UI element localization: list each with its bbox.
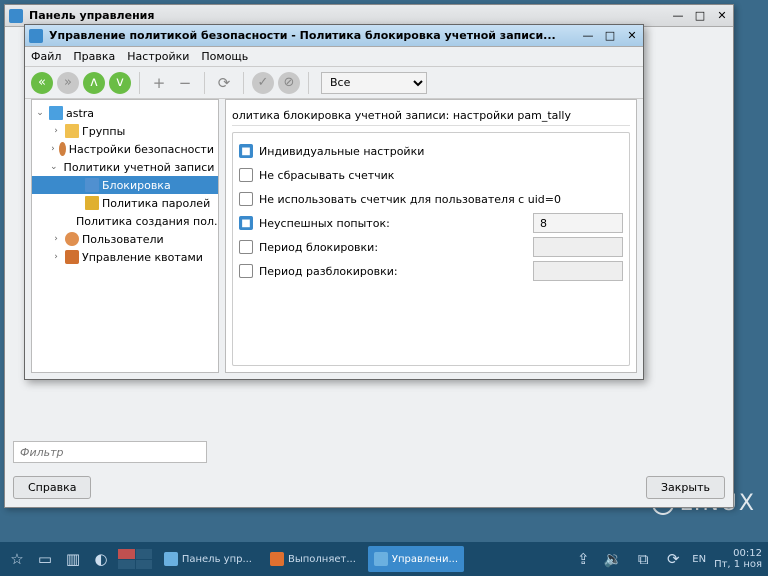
- spin-failed[interactable]: [533, 213, 623, 233]
- spin-lock-period[interactable]: [533, 237, 623, 257]
- cancel-button[interactable]: ⊘: [278, 72, 300, 94]
- detail-panel: олитика блокировка учетной записи: настр…: [225, 99, 637, 373]
- nav-forward-button[interactable]: »: [57, 72, 79, 94]
- spin-unlock-period[interactable]: [533, 261, 623, 281]
- app-icon: [9, 9, 23, 23]
- tree-node-create-policy[interactable]: Политика создания пол...: [32, 212, 218, 230]
- nav-back-button[interactable]: «: [31, 72, 53, 94]
- maximize-button[interactable]: □: [603, 29, 617, 42]
- help-button[interactable]: Справка: [13, 476, 91, 499]
- file-manager-launcher[interactable]: ▥: [62, 548, 84, 570]
- menu-file[interactable]: Файл: [31, 50, 61, 63]
- pager[interactable]: [118, 549, 152, 569]
- tree-node-groups[interactable]: › Группы: [32, 122, 218, 140]
- taskbar-item-running[interactable]: Выполняет...: [264, 546, 362, 572]
- checkbox-individual[interactable]: ■: [239, 144, 253, 158]
- label-failed: Неуспешных попыток:: [259, 217, 390, 230]
- checkbox-failed[interactable]: ■: [239, 216, 253, 230]
- taskbar-clock[interactable]: 00:12 Пт, 1 ноя: [714, 548, 762, 570]
- tree-node-lockout[interactable]: Блокировка: [32, 176, 218, 194]
- computer-icon: [49, 106, 63, 120]
- filter-combo[interactable]: Все: [321, 72, 427, 94]
- show-desktop-button[interactable]: ▭: [34, 548, 56, 570]
- toolbar: « » ʌ v + − ⟳ ✓ ⊘ Все: [25, 67, 643, 99]
- label-noreset: Не сбрасывать счетчик: [259, 169, 394, 182]
- start-button[interactable]: ☆: [6, 548, 28, 570]
- app-icon: [29, 29, 43, 43]
- folder-icon: [65, 124, 79, 138]
- label-individual: Индивидуальные настройки: [259, 145, 424, 158]
- detail-header: олитика блокировка учетной записи: настр…: [232, 106, 630, 126]
- nav-up-button[interactable]: ʌ: [83, 72, 105, 94]
- taskbar-item-control-panel[interactable]: Панель упр...: [158, 546, 258, 572]
- checkbox-uid0[interactable]: [239, 192, 253, 206]
- label-lock-period: Период блокировки:: [259, 241, 378, 254]
- tray-volume-icon[interactable]: 🔉: [602, 548, 624, 570]
- checkbox-lock-period[interactable]: [239, 240, 253, 254]
- child-titlebar[interactable]: Управление политикой безопасности - Поли…: [25, 25, 643, 47]
- maximize-button[interactable]: □: [693, 9, 707, 22]
- remove-button[interactable]: −: [174, 72, 196, 94]
- checkbox-noreset[interactable]: [239, 168, 253, 182]
- taskbar: ☆ ▭ ▥ ◐ Панель упр... Выполняет... Управ…: [0, 542, 768, 576]
- minimize-button[interactable]: —: [671, 9, 685, 22]
- label-uid0: Не использовать счетчик для пользователя…: [259, 193, 561, 206]
- parent-title: Панель управления: [29, 9, 671, 22]
- system-tray: ⇪ 🔉 ⧉ ⟳ EN 00:12 Пт, 1 ноя: [572, 548, 762, 570]
- close-panel-button[interactable]: Закрыть: [646, 476, 725, 499]
- label-unlock-period: Период разблокировки:: [259, 265, 398, 278]
- gear-icon: [59, 142, 66, 156]
- apply-button[interactable]: ✓: [252, 72, 274, 94]
- user-icon: [65, 232, 79, 246]
- taskbar-item-security[interactable]: Управлени...: [368, 546, 464, 572]
- tree-node-root[interactable]: ⌄ astra: [32, 104, 218, 122]
- filter-input[interactable]: [13, 441, 207, 463]
- tray-updates-icon[interactable]: ⟳: [662, 548, 684, 570]
- menu-help[interactable]: Помощь: [201, 50, 248, 63]
- tray-network-icon[interactable]: ⧉: [632, 548, 654, 570]
- tray-usb-icon[interactable]: ⇪: [572, 548, 594, 570]
- nav-down-button[interactable]: v: [109, 72, 131, 94]
- tree-panel: ⌄ astra › Группы › Настройки безопасност…: [31, 99, 219, 373]
- menu-edit[interactable]: Правка: [73, 50, 115, 63]
- tree-node-quotas[interactable]: › Управление квотами: [32, 248, 218, 266]
- refresh-button[interactable]: ⟳: [213, 72, 235, 94]
- tray-language[interactable]: EN: [692, 554, 706, 565]
- key-icon: [85, 196, 99, 210]
- child-title: Управление политикой безопасности - Поли…: [49, 29, 581, 42]
- tree-node-pwd-policy[interactable]: Политика паролей: [32, 194, 218, 212]
- minimize-button[interactable]: —: [581, 29, 595, 42]
- menubar: Файл Правка Настройки Помощь: [25, 47, 643, 67]
- add-button[interactable]: +: [148, 72, 170, 94]
- browser-launcher[interactable]: ◐: [90, 548, 112, 570]
- shield-icon: [85, 178, 99, 192]
- close-button[interactable]: ✕: [625, 29, 639, 42]
- close-button[interactable]: ✕: [715, 9, 729, 22]
- quota-icon: [65, 250, 79, 264]
- tree-node-acct-policies[interactable]: ⌄ Политики учетной записи: [32, 158, 218, 176]
- menu-settings[interactable]: Настройки: [127, 50, 189, 63]
- security-policy-window: Управление политикой безопасности - Поли…: [24, 24, 644, 380]
- tree-node-users[interactable]: › Пользователи: [32, 230, 218, 248]
- checkbox-unlock-period[interactable]: [239, 264, 253, 278]
- tree-node-security[interactable]: › Настройки безопасности: [32, 140, 218, 158]
